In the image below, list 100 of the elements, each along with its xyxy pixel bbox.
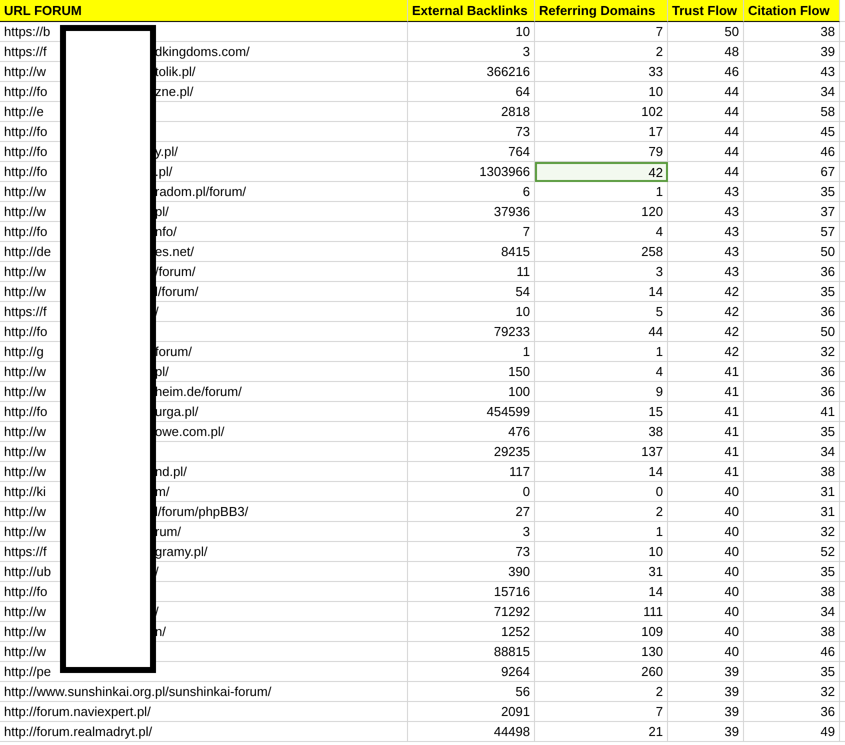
- table-cell: 40: [668, 542, 744, 562]
- table-cell: 42: [668, 322, 744, 342]
- table-cell: 39: [668, 702, 744, 722]
- table-cell: 40: [668, 602, 744, 622]
- table-cell: 4: [535, 222, 668, 242]
- table-cell: 38: [535, 422, 668, 442]
- table-cell: 8415: [408, 242, 535, 262]
- table-cell: 36: [744, 262, 840, 282]
- table-cell: 40: [668, 562, 744, 582]
- table-cell: 38: [744, 622, 840, 642]
- table-cell: 40: [668, 642, 744, 662]
- column-header: Referring Domains: [535, 0, 668, 22]
- table-cell: 2818: [408, 102, 535, 122]
- table-cell: 39: [668, 662, 744, 682]
- table-cell: 42: [668, 302, 744, 322]
- table-cell: 64: [408, 82, 535, 102]
- table-cell: 260: [535, 662, 668, 682]
- table-cell: 50: [744, 242, 840, 262]
- table-cell: 38: [744, 22, 840, 42]
- table-cell: 37: [744, 202, 840, 222]
- table-cell: 41: [668, 362, 744, 382]
- table-cell: 37936: [408, 202, 535, 222]
- table-cell: 36: [744, 362, 840, 382]
- table-cell: 111: [535, 602, 668, 622]
- table-cell: 15716: [408, 582, 535, 602]
- table-cell: 49: [744, 722, 840, 742]
- table-cell: 2091: [408, 702, 535, 722]
- table-cell: 4: [535, 362, 668, 382]
- table-cell: 3: [408, 42, 535, 62]
- table-cell: 33: [535, 62, 668, 82]
- table-cell: 35: [744, 182, 840, 202]
- table-cell: 100: [408, 382, 535, 402]
- table-cell: 41: [668, 462, 744, 482]
- table-cell: 32: [744, 522, 840, 542]
- table-cell: 56: [408, 682, 535, 702]
- table-cell: 73: [408, 542, 535, 562]
- table-cell: 2: [535, 682, 668, 702]
- table-cell: 150: [408, 362, 535, 382]
- column-header: Trust Flow: [668, 0, 744, 22]
- table-cell: 27: [408, 502, 535, 522]
- table-cell: 14: [535, 462, 668, 482]
- table-cell: 50: [744, 322, 840, 342]
- table-cell: 39: [744, 42, 840, 62]
- table-cell: 44: [668, 142, 744, 162]
- table-cell: 46: [668, 62, 744, 82]
- column-header: Citation Flow: [744, 0, 840, 22]
- table-cell: 44: [668, 82, 744, 102]
- table-cell: 3: [535, 262, 668, 282]
- table-cell: 130: [535, 642, 668, 662]
- table-cell: 73: [408, 122, 535, 142]
- table-cell: 44498: [408, 722, 535, 742]
- table-cell: 43: [668, 242, 744, 262]
- table-cell: 3: [408, 522, 535, 542]
- table-cell: 35: [744, 562, 840, 582]
- table-cell: 44: [668, 122, 744, 142]
- table-cell: 43: [668, 222, 744, 242]
- table-cell: 71292: [408, 602, 535, 622]
- table-cell: 42: [535, 162, 668, 182]
- table-cell: 46: [744, 642, 840, 662]
- table-cell: 41: [668, 402, 744, 422]
- table-cell: 21: [535, 722, 668, 742]
- column-header: URL FORUM: [0, 0, 408, 22]
- table-cell: 54: [408, 282, 535, 302]
- table-cell: 43: [668, 202, 744, 222]
- table-cell: 40: [668, 482, 744, 502]
- table-cell: http://forum.naviexpert.pl/: [0, 702, 408, 722]
- table-cell: 390: [408, 562, 535, 582]
- table-cell: 48: [668, 42, 744, 62]
- table-cell: 41: [668, 442, 744, 462]
- table-cell: 35: [744, 282, 840, 302]
- table-cell: 41: [668, 422, 744, 442]
- table-cell: 43: [744, 62, 840, 82]
- table-cell: 40: [668, 622, 744, 642]
- table-cell: 6: [408, 182, 535, 202]
- table-cell: 40: [668, 522, 744, 542]
- table-cell: 38: [744, 582, 840, 602]
- table-cell: 102: [535, 102, 668, 122]
- table-cell: 454599: [408, 402, 535, 422]
- table-cell: 366216: [408, 62, 535, 82]
- table-cell: 34: [744, 82, 840, 102]
- table-cell: 34: [744, 602, 840, 622]
- table-cell: 10: [535, 82, 668, 102]
- table-cell: 14: [535, 282, 668, 302]
- table-cell: 50: [668, 22, 744, 42]
- table-cell: 764: [408, 142, 535, 162]
- table-cell: 9: [535, 382, 668, 402]
- table-cell: 57: [744, 222, 840, 242]
- table-cell: 42: [668, 282, 744, 302]
- table-cell: 476: [408, 422, 535, 442]
- table-cell: 31: [535, 562, 668, 582]
- table-cell: 29235: [408, 442, 535, 462]
- table-cell: 67: [744, 162, 840, 182]
- table-cell: 31: [744, 482, 840, 502]
- table-cell: 109: [535, 622, 668, 642]
- table-cell: 2: [535, 42, 668, 62]
- table-cell: 35: [744, 422, 840, 442]
- table-cell: 1: [408, 342, 535, 362]
- table-cell: 42: [668, 342, 744, 362]
- table-cell: 32: [744, 682, 840, 702]
- table-cell: 9264: [408, 662, 535, 682]
